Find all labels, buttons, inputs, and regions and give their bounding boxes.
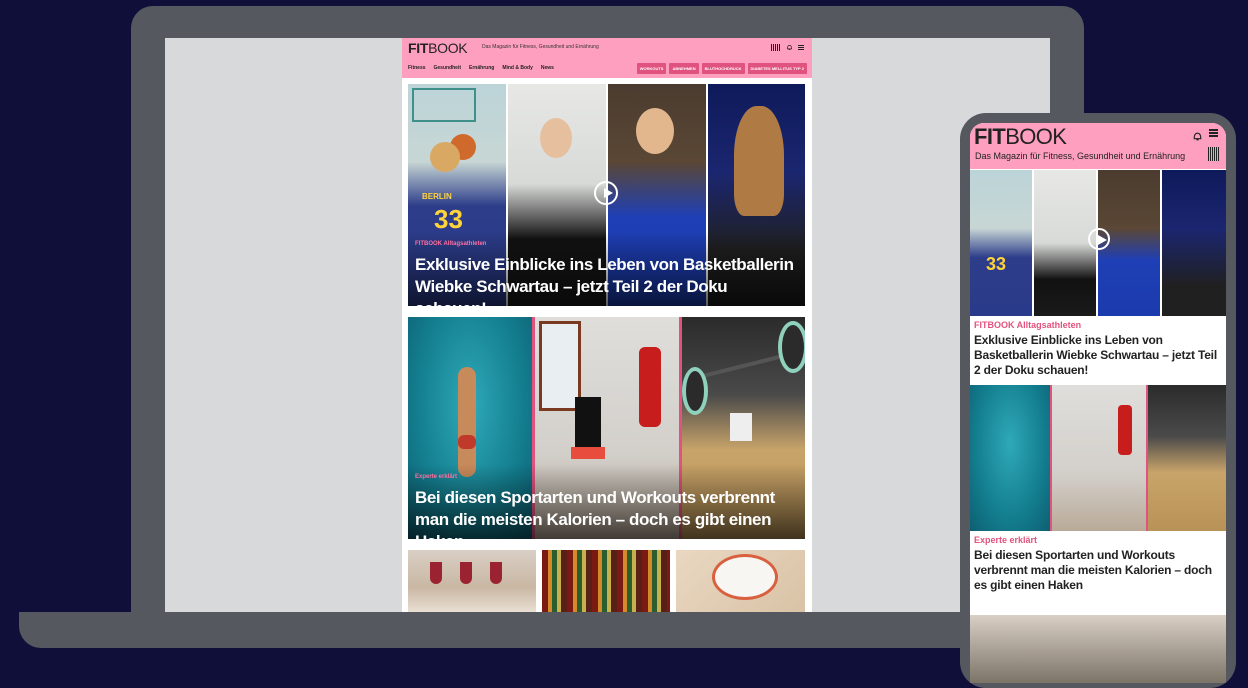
bell-icon[interactable] <box>785 43 793 51</box>
phone-frame: FITBOOK Das Magazin für Fitness, Gesundh… <box>960 113 1236 688</box>
nav-item-fitness[interactable]: Fitness <box>408 65 426 71</box>
site-logo[interactable]: FITBOOK <box>974 124 1067 150</box>
menu-icon[interactable] <box>1209 129 1218 137</box>
barcode-icon[interactable] <box>1208 147 1220 161</box>
main-nav: Fitness Gesundheit Ernährung Mind & Body… <box>408 65 554 71</box>
play-icon[interactable] <box>594 181 618 205</box>
phone-screen: FITBOOK Das Magazin für Fitness, Gesundh… <box>970 123 1226 683</box>
bowl <box>712 554 778 600</box>
weight-plate <box>682 367 708 415</box>
hero-image-panel-4 <box>1162 170 1226 316</box>
teaser-image-bottles[interactable] <box>542 550 670 612</box>
website-desktop: FITBOOK Das Magazin für Fitness, Gesundh… <box>402 38 812 612</box>
wine-glass <box>430 562 442 584</box>
teaser-image-wine[interactable] <box>970 615 1226 683</box>
hero-image-weightlifter <box>1148 385 1226 531</box>
portrait-face <box>540 118 572 158</box>
site-logo[interactable]: FITBOOK <box>408 40 468 56</box>
basketball-hoop <box>412 88 476 122</box>
swimmer-cap <box>458 435 476 449</box>
jersey-name: BERLIN <box>422 192 452 201</box>
hero-article-kalorien[interactable]: Experte erklärt Bei diesen Sportarten un… <box>408 317 805 539</box>
site-tagline: Das Magazin für Fitness, Gesundheit und … <box>482 44 599 50</box>
article-headline[interactable]: Exklusive Einblicke ins Leben von Basket… <box>415 254 799 306</box>
mobile-hero-image-basketball[interactable]: 33 <box>970 170 1226 316</box>
play-icon[interactable] <box>1088 228 1110 250</box>
portrait-hair <box>734 106 784 216</box>
bell-icon[interactable] <box>1192 129 1203 147</box>
site-tagline: Das Magazin für Fitness, Gesundheit und … <box>975 151 1186 161</box>
article-headline[interactable]: Exklusive Einblicke ins Leben von Basket… <box>974 333 1222 378</box>
nav-item-ernaehrung[interactable]: Ernährung <box>469 65 494 71</box>
article-headline[interactable]: Bei diesen Sportarten und Workouts verbr… <box>974 548 1222 593</box>
jersey-number: 33 <box>986 254 1007 274</box>
hero-article-basketball[interactable]: BERLIN 33 FITBOOK Alltagsathleten Exklus… <box>408 84 805 306</box>
article-kicker: FITBOOK Alltagsathleten <box>415 241 487 247</box>
mobile-header: FITBOOK Das Magazin für Fitness, Gesundh… <box>970 123 1226 169</box>
hero-image-panel-1: 33 <box>970 170 1032 316</box>
barcode-icon[interactable] <box>771 43 780 51</box>
wine-glass <box>460 562 472 584</box>
boxer-shorts <box>571 447 605 459</box>
article-kicker: Experte erklärt <box>415 474 458 480</box>
pill-workouts[interactable]: WORKOUTS <box>636 63 667 74</box>
teaser-image-wine[interactable] <box>408 550 536 612</box>
pill-bluthochdruck[interactable]: BLUTHOCHDRUCK <box>701 63 745 74</box>
hero-image-boxer <box>1052 385 1146 531</box>
nav-item-mind-body[interactable]: Mind & Body <box>502 65 533 71</box>
swimmer-body <box>458 367 476 477</box>
punching-bag <box>639 347 661 427</box>
article-kicker: FITBOOK Alltagsathleten <box>974 320 1082 330</box>
laptop-screen: FITBOOK Das Magazin für Fitness, Gesundh… <box>165 38 1050 612</box>
menu-icon[interactable] <box>798 44 804 50</box>
nav-item-news[interactable]: News <box>541 65 554 71</box>
site-header: FITBOOK Das Magazin für Fitness, Gesundh… <box>402 38 812 78</box>
wine-glass <box>490 562 502 584</box>
topic-pills: WORKOUTS ABNEHMEN BLUTHOCHDRUCK DIABETES… <box>636 63 807 74</box>
hero-image-panel-2 <box>1034 170 1096 316</box>
nav-item-gesundheit[interactable]: Gesundheit <box>434 65 462 71</box>
punching-bag <box>1118 405 1132 455</box>
pill-diabetes[interactable]: DIABETES MELLITUS TYP 2 <box>747 63 807 74</box>
weight-plate <box>778 321 805 373</box>
boxer-torso <box>575 397 601 447</box>
hero-image-swimmer <box>970 385 1050 531</box>
teaser-image-yogurt[interactable] <box>676 550 805 612</box>
article-kicker: Experte erklärt <box>974 535 1038 545</box>
portrait-face <box>636 108 674 154</box>
pill-abnehmen[interactable]: ABNEHMEN <box>669 63 699 74</box>
player-head <box>430 142 460 172</box>
mobile-hero-image-kalorien[interactable] <box>970 385 1226 531</box>
article-headline[interactable]: Bei diesen Sportarten und Workouts verbr… <box>415 487 799 539</box>
athlete-top <box>730 413 752 441</box>
